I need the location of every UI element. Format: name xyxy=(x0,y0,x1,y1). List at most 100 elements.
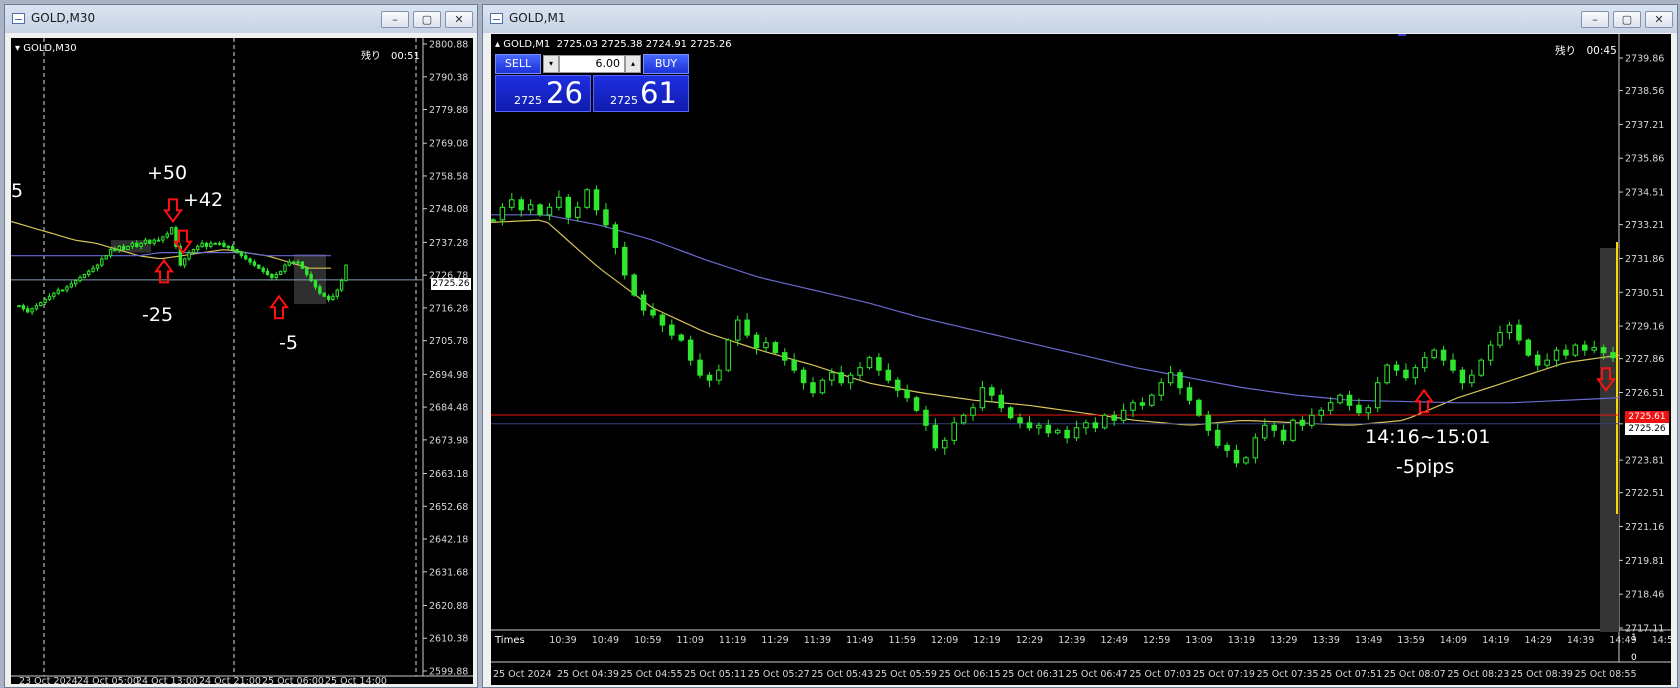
time-tick-label: 25 Oct 05:27 xyxy=(748,669,810,680)
candle xyxy=(1205,414,1212,431)
candle xyxy=(1309,414,1315,426)
annotation-minus5: -5 xyxy=(279,332,298,354)
candle xyxy=(252,261,257,266)
time-tick-label: 25 Oct 04:55 xyxy=(621,669,683,680)
window-gold-m30[interactable]: GOLD,M30 – ▢ ✕ 2800.88 2790.38 2779.88 2769… xyxy=(4,4,478,688)
candle xyxy=(21,305,26,310)
window-titlebar[interactable]: GOLD,M1 – ▢ ✕ xyxy=(483,5,1677,33)
subwindow-time-label: 11:59 xyxy=(889,635,916,646)
candle xyxy=(1177,372,1183,389)
annotation-plus42: +42 xyxy=(183,189,224,211)
time-tick-label: 25 Oct 07:19 xyxy=(1193,669,1255,680)
candle xyxy=(52,292,56,297)
sell-price-box[interactable]: 2725 26 xyxy=(495,75,591,112)
subwindow-time-label: 12:09 xyxy=(931,635,958,646)
lot-decrease-button[interactable]: ▾ xyxy=(543,55,559,73)
candle xyxy=(800,369,807,384)
price-tick-label: 2610.38 xyxy=(429,634,468,645)
annotation-time-range: 14:16~15:01 xyxy=(1365,426,1491,448)
subwindow-time-label: 14:39 xyxy=(1567,635,1594,646)
subwindow-label: Times xyxy=(495,635,525,646)
candle xyxy=(1054,429,1061,434)
candle xyxy=(1026,422,1033,429)
price-tick-label: 2719.81 xyxy=(1625,556,1664,567)
candle xyxy=(1600,347,1607,354)
candle xyxy=(979,387,986,409)
price-tick-label: 2729.16 xyxy=(1625,322,1664,333)
time-tick-label: 25 Oct 08:07 xyxy=(1384,669,1446,680)
candle xyxy=(894,379,901,391)
price-tick-label: 2694.98 xyxy=(429,370,468,381)
entry-arrow-up xyxy=(1414,388,1434,414)
buy-price-box[interactable]: 2725 61 xyxy=(593,75,689,112)
candle xyxy=(1459,369,1466,384)
buy-button[interactable]: BUY xyxy=(643,54,689,74)
chart-area[interactable]: 2739.86 2738.56 2737.21 2735.86 2734.51 2733.… xyxy=(491,34,1671,685)
time-tick-label: 24 Oct 05:00 xyxy=(77,676,139,684)
window-titlebar[interactable]: GOLD,M30 – ▢ ✕ xyxy=(5,5,477,33)
candle xyxy=(1534,354,1541,366)
chart-area[interactable]: 2800.88 2790.38 2779.88 2769.08 2758.58 2748.… xyxy=(11,38,473,684)
candle xyxy=(942,439,948,449)
price-tick-label: 2722.51 xyxy=(1625,488,1664,499)
candle xyxy=(734,319,741,341)
candle xyxy=(283,264,287,272)
candle xyxy=(960,414,967,424)
collapse-triangle-icon[interactable]: ▾ xyxy=(15,43,23,54)
candle xyxy=(998,394,1004,409)
candle xyxy=(744,319,750,336)
lot-increase-button[interactable]: ▴ xyxy=(625,55,641,73)
time-tick-label: 25 Oct 06:31 xyxy=(1002,669,1064,680)
candle xyxy=(278,270,283,275)
sell-button[interactable]: SELL xyxy=(495,54,541,74)
maximize-button[interactable]: ▢ xyxy=(1613,11,1641,28)
bid-price-tag: 2725.26 xyxy=(1625,423,1669,435)
price-tick-label: 2748.08 xyxy=(429,204,468,215)
price-chart[interactable]: 2739.86 2738.56 2737.21 2735.86 2734.51 2733.… xyxy=(491,34,1671,685)
candle xyxy=(322,292,326,297)
candle xyxy=(932,424,939,449)
candle xyxy=(1563,349,1569,356)
candle xyxy=(687,339,694,361)
maximize-button[interactable]: ▢ xyxy=(413,11,441,28)
chart-symbol-label: ▾ GOLD,M30 xyxy=(15,43,77,54)
candle xyxy=(182,258,187,266)
candle xyxy=(300,261,305,269)
time-tick-label: 25 Oct 05:43 xyxy=(811,669,873,680)
candle xyxy=(82,273,87,279)
minimize-button[interactable]: – xyxy=(1581,11,1609,28)
candle xyxy=(39,302,43,307)
collapse-triangle-icon[interactable]: ▴ xyxy=(495,39,503,50)
candle xyxy=(239,252,244,257)
candle xyxy=(622,246,628,276)
candle xyxy=(1412,367,1419,379)
window-gold-m1[interactable]: GOLD,M1 – ▢ ✕ 2739.86 2738.56 2737.21 2735.… xyxy=(482,4,1678,688)
close-button[interactable]: ✕ xyxy=(445,11,473,28)
time-tick-label: 25 Oct 08:55 xyxy=(1575,669,1637,680)
lot-size-input[interactable]: 6.00 xyxy=(559,55,625,73)
candle xyxy=(763,342,769,349)
candle xyxy=(143,239,148,244)
window-title: GOLD,M30 xyxy=(31,11,96,25)
time-tick-label: 23 Oct 2024 xyxy=(19,676,78,684)
candle xyxy=(527,204,534,211)
time-tick-label: 25 Oct 04:39 xyxy=(557,669,619,680)
candle xyxy=(1045,424,1052,434)
time-tick-label: 25 Oct 08:23 xyxy=(1447,669,1509,680)
candle xyxy=(1139,402,1146,406)
candle xyxy=(100,258,104,266)
candle xyxy=(135,242,139,247)
subwindow-time-label: 11:29 xyxy=(761,635,788,646)
price-tick-label: 2620.88 xyxy=(429,601,468,612)
candle xyxy=(200,242,204,247)
minimize-button[interactable]: – xyxy=(381,11,409,28)
candle xyxy=(1120,409,1127,421)
close-button[interactable]: ✕ xyxy=(1645,11,1673,28)
price-chart[interactable]: 2800.88 2790.38 2779.88 2769.08 2758.58 2748.… xyxy=(11,38,473,684)
price-tick-label: 2721.16 xyxy=(1625,522,1664,533)
time-tick-label: 24 Oct 21:00 xyxy=(199,676,261,684)
candle xyxy=(261,267,265,272)
candle xyxy=(274,273,278,279)
chart-window-icon xyxy=(490,13,503,24)
candle xyxy=(1431,349,1437,359)
